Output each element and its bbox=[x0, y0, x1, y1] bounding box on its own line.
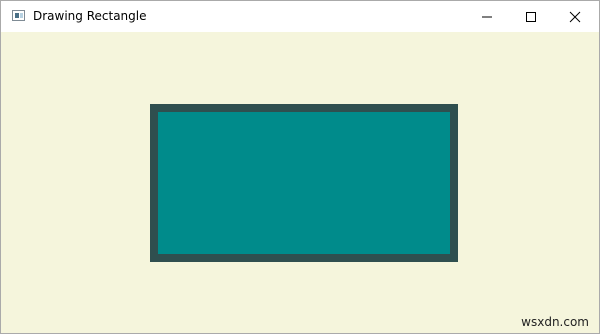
watermark-text: wsxdn.com bbox=[521, 315, 589, 329]
app-icon bbox=[12, 10, 25, 21]
close-button[interactable] bbox=[552, 1, 597, 32]
rectangle-shape bbox=[150, 104, 458, 262]
minimize-button[interactable] bbox=[464, 1, 509, 32]
title-bar[interactable]: Drawing Rectangle bbox=[1, 1, 599, 32]
minimize-icon bbox=[481, 16, 492, 17]
maximize-button[interactable] bbox=[508, 1, 553, 32]
window-title: Drawing Rectangle bbox=[33, 9, 147, 23]
close-icon bbox=[569, 11, 580, 22]
drawing-canvas bbox=[1, 32, 599, 333]
app-window: Drawing Rectangle wsxdn.com bbox=[0, 0, 600, 334]
maximize-icon bbox=[525, 11, 536, 22]
